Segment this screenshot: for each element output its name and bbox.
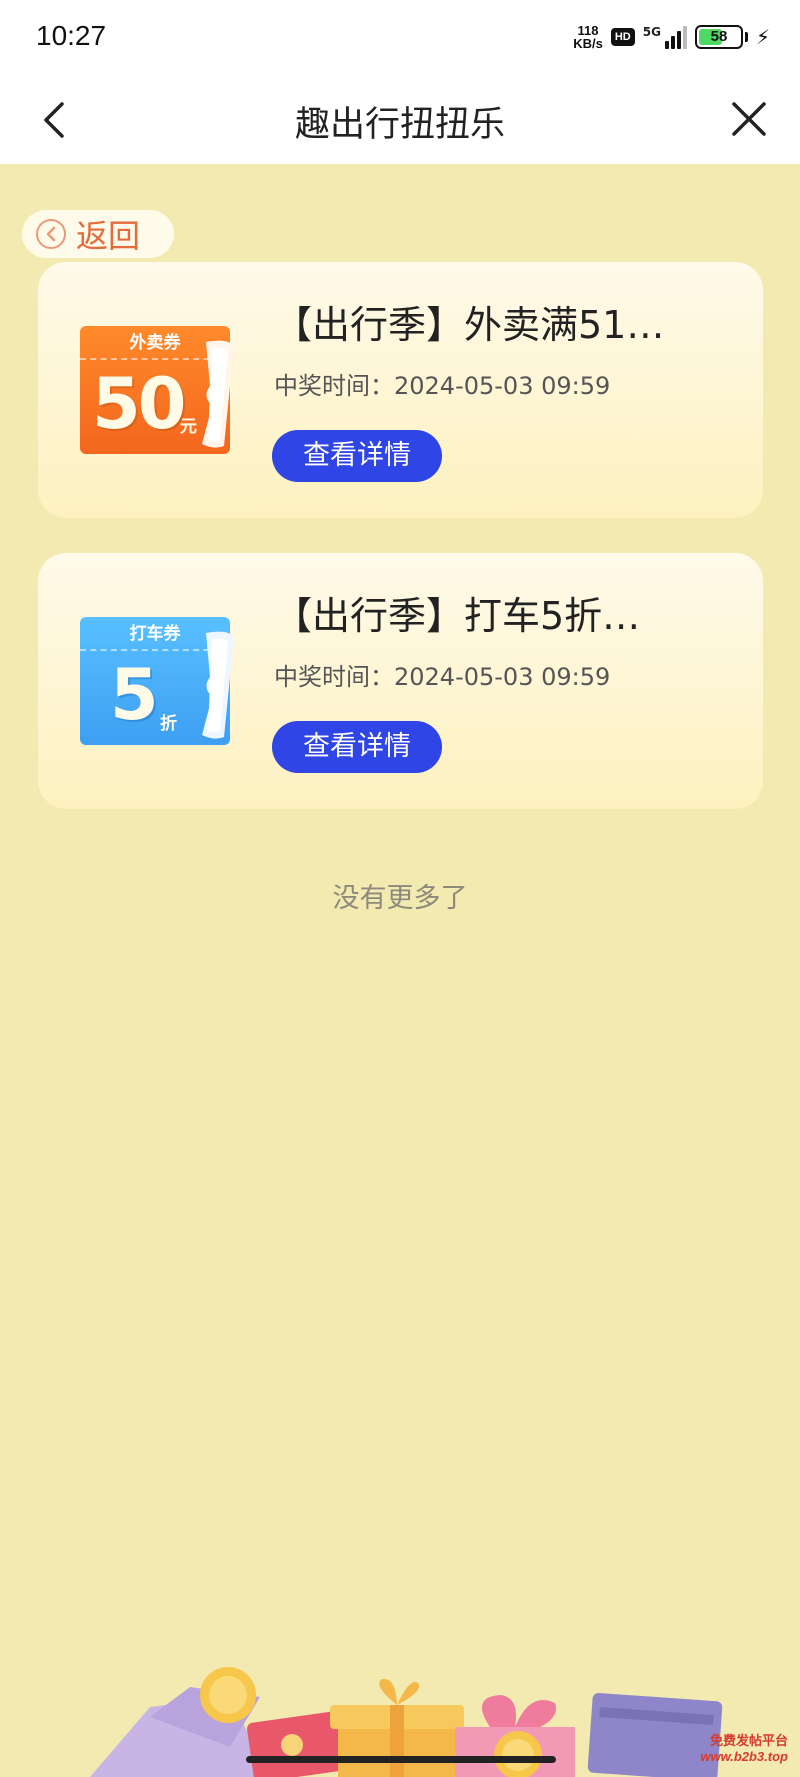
close-icon[interactable] <box>726 96 772 142</box>
prize-title: 【出行季】打车5折… <box>274 594 641 638</box>
taxi-coupon-icon: 打车券 5 折 <box>80 617 234 745</box>
nav-bar: 趣出行扭扭乐 <box>0 76 800 164</box>
prize-time: 中奖时间：2024-05-03 09:59 <box>274 372 611 400</box>
view-details-button[interactable]: 查看详情 <box>272 721 442 773</box>
hd-badge: HD <box>610 28 635 46</box>
status-icons: 118 KB/s HD 5G 58 ⚡ <box>573 20 770 54</box>
chevron-left-circle-icon <box>36 219 66 249</box>
signal-icon: 5G <box>643 25 687 49</box>
network-speed: 118 KB/s <box>573 23 603 51</box>
prize-title: 【出行季】外卖满51… <box>274 303 665 347</box>
back-button[interactable]: 返回 <box>22 210 174 258</box>
takeout-coupon-icon: 外卖券 50 元 <box>80 326 234 454</box>
prize-card: 打车券 5 折 【出行季】打车5折… 中奖时间：2024-05-03 09:59… <box>38 553 763 809</box>
prize-time: 中奖时间：2024-05-03 09:59 <box>274 663 611 691</box>
page-title: 趣出行扭扭乐 <box>294 105 505 145</box>
back-label: 返回 <box>76 217 141 255</box>
no-more-text: 没有更多了 <box>332 883 468 914</box>
gift-decoration-illustration <box>90 1667 723 1777</box>
prize-card: 外卖券 50 元 【出行季】外卖满51… 中奖时间：2024-05-03 09:… <box>38 262 763 518</box>
view-details-button[interactable]: 查看详情 <box>272 430 442 482</box>
charging-icon: ⚡ <box>755 25 770 49</box>
home-indicator[interactable] <box>246 1756 556 1763</box>
watermark: 免费发帖平台 www.b2b3.top <box>700 1733 788 1764</box>
status-bar: 10:27 118 KB/s HD 5G 58 ⚡ <box>0 0 800 76</box>
status-time: 10:27 <box>36 20 107 51</box>
battery-icon: 58 <box>694 25 743 49</box>
